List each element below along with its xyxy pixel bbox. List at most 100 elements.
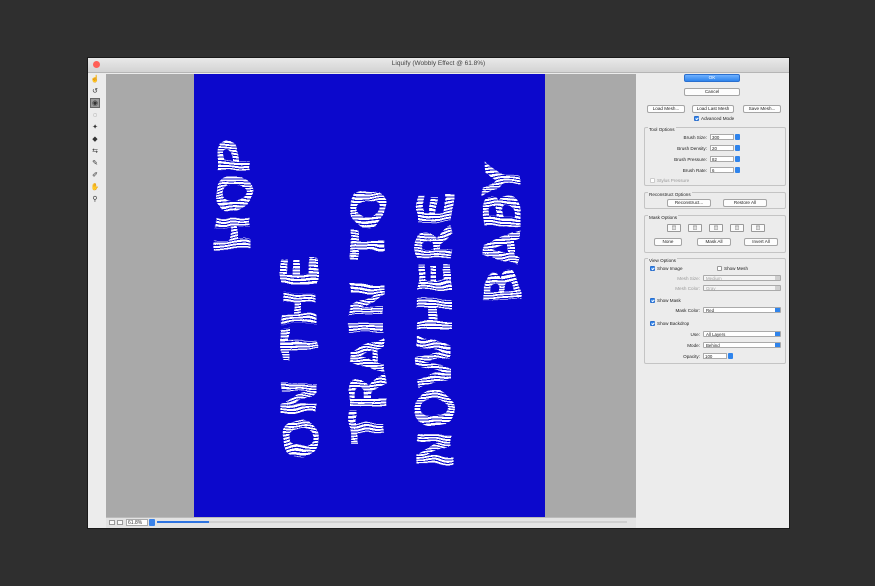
options-panel: OK Cancel Load Mesh... Load Last Mesh Sa… [640, 74, 788, 526]
push-left-tool[interactable]: ⇆ [90, 146, 100, 156]
show-mesh-checkbox[interactable] [717, 266, 722, 271]
save-mesh-button[interactable]: Save Mesh... [743, 105, 781, 113]
mode-select[interactable]: Behind [703, 342, 781, 348]
brush-pressure-label: Brush Pressure: [674, 157, 707, 162]
freeze-mask-tool[interactable]: ✎ [90, 158, 100, 168]
liquify-toolbar: ☝ ↺ ◉ ◌ ✦ ◆ ⇆ ✎ ✐ ✋ ⚲ [90, 74, 101, 206]
image-canvas[interactable]: HOP ON THE TRAIN TO NOWHERE BABY [194, 74, 545, 517]
brush-rate-label: Brush Rate: [682, 168, 707, 173]
zoom-out-button[interactable] [109, 520, 115, 525]
show-mask-checkbox[interactable] [650, 298, 655, 303]
load-last-mesh-button[interactable]: Load Last Mesh [692, 105, 734, 113]
use-select[interactable]: All Layers [703, 331, 781, 337]
intersect-selection-icon[interactable]: ◫ [730, 224, 744, 232]
chevron-down-icon [775, 276, 780, 280]
pucker-tool[interactable]: ✦ [90, 122, 100, 132]
reconstruct-options-title: Reconstruct Options [648, 192, 692, 197]
advanced-mode-checkbox[interactable] [694, 116, 699, 121]
mask-options-group: Mask Options ◫ ◫ ◫ ◫ ◫ None Mask All Inv… [644, 215, 786, 253]
invert-selection-icon[interactable]: ◫ [751, 224, 765, 232]
tool-options-title: Tool Options [648, 127, 676, 132]
mask-all-button[interactable]: Mask All [697, 238, 731, 246]
tool-options-group: Tool Options Brush Size: 300 Brush Density… [644, 127, 786, 186]
show-image-checkbox[interactable] [650, 266, 655, 271]
twirl-clockwise-tool[interactable]: ◌ [90, 110, 100, 120]
zoom-dropdown-icon[interactable] [149, 519, 155, 526]
mask-options-title: Mask Options [648, 215, 679, 220]
cancel-button[interactable]: Cancel [684, 88, 740, 96]
brush-rate-stepper[interactable] [735, 167, 740, 173]
opacity-field[interactable]: 100 [703, 353, 727, 359]
restore-all-button[interactable]: Restore All [723, 199, 767, 207]
hand-tool[interactable]: ✋ [90, 182, 100, 192]
ok-button[interactable]: OK [684, 74, 740, 82]
title-bar[interactable]: Liquify (Wobbly Effect @ 61.8%) [88, 58, 789, 73]
stylus-pressure-label: Stylus Pressure [657, 178, 690, 183]
show-backdrop-checkbox[interactable] [650, 321, 655, 326]
reconstruct-options-group: Reconstruct Options Reconstruct... Resto… [644, 192, 786, 209]
opacity-stepper[interactable] [728, 353, 733, 359]
brush-pressure-field[interactable]: 82 [710, 156, 734, 162]
use-label: Use: [690, 332, 700, 337]
zoom-slider-fill [157, 521, 209, 523]
replace-selection-icon[interactable]: ◫ [667, 224, 681, 232]
mesh-size-select[interactable]: Medium [703, 275, 781, 281]
smooth-tool[interactable]: ◉ [90, 98, 100, 108]
mesh-color-select[interactable]: Gray [703, 285, 781, 291]
view-options-group: View Options Show Image Show Mesh Mesh S… [644, 258, 786, 364]
subtract-from-selection-icon[interactable]: ◫ [709, 224, 723, 232]
forward-warp-tool[interactable]: ☝ [90, 74, 100, 84]
warped-text-artwork: HOPON THE TRAIN TO NOWHERE BABY [207, 138, 531, 469]
add-to-selection-icon[interactable]: ◫ [688, 224, 702, 232]
show-mask-label: Show Mask [657, 298, 681, 303]
brush-density-field[interactable]: 20 [710, 145, 734, 151]
brush-size-label: Brush Size: [683, 135, 708, 140]
brush-density-stepper[interactable] [735, 145, 740, 151]
mesh-size-label: Mesh Size: [677, 276, 700, 281]
mesh-color-value: Gray [706, 286, 716, 291]
show-image-label: Show Image [657, 266, 683, 271]
stylus-pressure-checkbox[interactable] [650, 178, 655, 183]
load-mesh-button[interactable]: Load Mesh... [647, 105, 685, 113]
reconstruct-button[interactable]: Reconstruct... [667, 199, 711, 207]
brush-size-stepper[interactable] [735, 134, 740, 140]
brush-rate-field[interactable]: 6 [710, 167, 734, 173]
preview-area[interactable]: HOP ON THE TRAIN TO NOWHERE BABY [106, 74, 636, 517]
reconstruct-tool[interactable]: ↺ [90, 86, 100, 96]
zoom-tool[interactable]: ⚲ [90, 194, 100, 204]
view-options-title: View Options [648, 258, 677, 263]
thaw-mask-tool[interactable]: ✐ [90, 170, 100, 180]
chevron-down-icon [775, 308, 780, 312]
use-value: All Layers [706, 332, 726, 337]
show-backdrop-label: Show Backdrop [657, 321, 690, 326]
artwork-text-column: NOWHERE [408, 192, 464, 469]
opacity-label: Opacity: [683, 354, 700, 359]
artwork-text-column: ON THE [273, 256, 329, 459]
mode-label: Mode: [687, 343, 700, 348]
chevron-down-icon [775, 286, 780, 290]
artwork-text-column: BABY [475, 160, 531, 304]
artwork-text-column: TRAIN TO [341, 189, 397, 444]
window-title: Liquify (Wobbly Effect @ 61.8%) [391, 60, 486, 67]
chevron-down-icon [775, 343, 780, 347]
chevron-down-icon [775, 332, 780, 336]
status-bar: 61.8% [106, 517, 636, 528]
bloat-tool[interactable]: ◆ [90, 134, 100, 144]
brush-size-field[interactable]: 300 [710, 134, 734, 140]
zoom-slider[interactable] [157, 521, 627, 523]
mask-color-value: Red [706, 308, 715, 313]
mask-none-button[interactable]: None [654, 238, 682, 246]
mask-color-select[interactable]: Red [703, 307, 781, 313]
mesh-size-value: Medium [706, 276, 722, 281]
artwork-text-column: HOP [207, 138, 263, 254]
brush-pressure-stepper[interactable] [735, 156, 740, 162]
brush-density-label: Brush Density: [677, 146, 707, 151]
mask-color-label: Mask Color: [675, 308, 700, 313]
zoom-level-field[interactable]: 61.8% [126, 519, 148, 526]
show-mesh-label: Show Mesh [724, 266, 749, 271]
mesh-color-label: Mesh Color: [675, 286, 700, 291]
advanced-mode-label: Advanced Mode [701, 116, 735, 121]
zoom-in-button[interactable] [117, 520, 123, 525]
invert-all-button[interactable]: Invert All [744, 238, 778, 246]
liquify-window: Liquify (Wobbly Effect @ 61.8%) ☝ ↺ ◉ ◌ ✦ ◆ ⇆ ✎… [87, 57, 790, 529]
